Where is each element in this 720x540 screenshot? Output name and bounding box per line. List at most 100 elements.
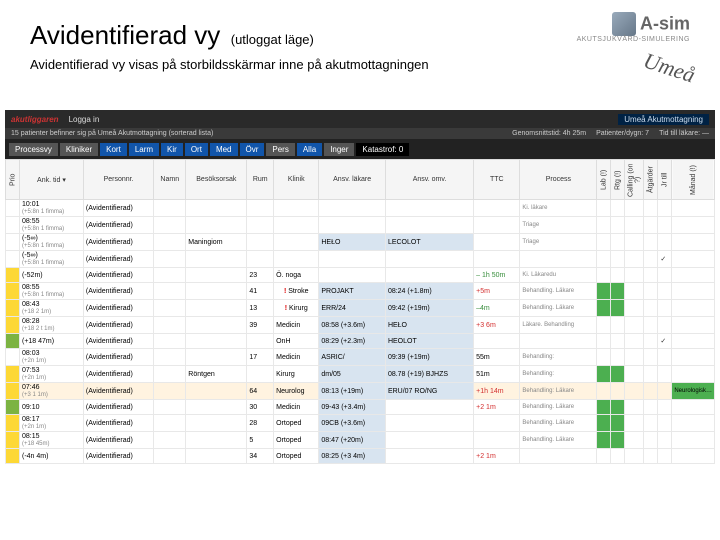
tab-kort[interactable]: Kort [100, 143, 127, 156]
col-personnr[interactable]: Personnr. [83, 160, 153, 200]
table-row[interactable]: (-5∞)(+5:8n 1 fimma)(Avidentifierad)Mani… [6, 234, 715, 251]
tab-processvy[interactable]: Processvy [9, 143, 58, 156]
cell-jrtill [658, 217, 672, 234]
tab-katastrof[interactable]: Katastrof: 0 [356, 143, 409, 156]
table-row[interactable]: (-5∞)(+5:8n 1 fimma)(Avidentifierad) [6, 251, 715, 268]
cell-ansvom: 08.78 (+19) BJHZS [385, 366, 473, 383]
cell-jrtill [658, 349, 672, 366]
cell-jrtill [658, 415, 672, 432]
cell-orsak [186, 317, 247, 334]
cell-prio [6, 383, 20, 400]
app-topbar: akutliggaren Logga in Umeå Akutmottagnin… [5, 110, 715, 128]
col-klinik[interactable]: Klinik [274, 160, 319, 200]
cell-ttc: +5m [474, 283, 520, 300]
tab-kir[interactable]: Kir [161, 143, 183, 156]
cell-klinik [274, 200, 319, 217]
login-link[interactable]: Logga in [69, 115, 100, 124]
table-row[interactable]: 07:46(+3 1 1m)(Avidentifierad)64 Neurolo… [6, 383, 715, 400]
cell-klinik: Kirurg [274, 300, 319, 317]
cell-klinik: Neurolog [274, 383, 319, 400]
slide-description: Avidentifierad vy visas på storbildsskär… [30, 57, 690, 72]
cell-rum: 13 [247, 300, 274, 317]
tab-larm[interactable]: Larm [129, 143, 159, 156]
cell-status [597, 234, 611, 251]
table-row[interactable]: 08:28(+18 2 t 1m)(Avidentifierad)39 Medi… [6, 317, 715, 334]
tab-med[interactable]: Med [210, 143, 238, 156]
col-rum[interactable]: Rum [247, 160, 274, 200]
col-namn[interactable]: Namn [154, 160, 186, 200]
cell-process: Behandling. Läkare [520, 300, 597, 317]
cell-namn [154, 400, 186, 415]
location-label: Umeå Akutmottagning [618, 114, 709, 125]
cell-status [597, 268, 611, 283]
table-row[interactable]: 08:43(+18 2 1m)(Avidentifierad)13 Kirurg… [6, 300, 715, 317]
col-prio[interactable]: Prio [6, 160, 20, 200]
tab-inger[interactable]: Inger [324, 143, 354, 156]
cell-anktid: 08:55(+5:8n 1 fimma) [20, 217, 84, 234]
info-bar: 15 patienter befinner sig på Umeå Akutmo… [5, 128, 715, 139]
cell-ansvom [385, 251, 473, 268]
cell-ttc [474, 234, 520, 251]
cell-jrtill [658, 383, 672, 400]
col-atg[interactable]: Åtgärder [644, 160, 658, 200]
cell-personnr: (Avidentifierad) [83, 449, 153, 464]
col-rtg[interactable]: Rtg (!) [611, 160, 625, 200]
cell-prio [6, 251, 20, 268]
table-row[interactable]: (-4n 4m)(Avidentifierad)34 Ortoped08:25 … [6, 449, 715, 464]
table-row[interactable]: 08:55(+5:8n 1 fimma)(Avidentifierad)41 S… [6, 283, 715, 300]
cell-jrtill [658, 234, 672, 251]
cell-klinik: OnH [274, 334, 319, 349]
table-row[interactable]: 10:01(+5:8n 1 fimma)(Avidentifierad) Ki.… [6, 200, 715, 217]
cell-orsak [186, 251, 247, 268]
cell-namn [154, 268, 186, 283]
cell-klinik: Ortoped [274, 449, 319, 464]
cell-ttc [474, 200, 520, 217]
cell-process: Triage [520, 217, 597, 234]
cell-ansvlak [319, 251, 386, 268]
cell-anktid: 08:15(+18 45m) [20, 432, 84, 449]
table-row[interactable]: 08:15(+18 45m)(Avidentifierad)5 Ortoped0… [6, 432, 715, 449]
cell-klinik [274, 217, 319, 234]
cell-orsak [186, 415, 247, 432]
table-row[interactable]: 08:55(+5:8n 1 fimma)(Avidentifierad) Tri… [6, 217, 715, 234]
col-manad[interactable]: Månad (!) [672, 160, 715, 200]
tab-kliniker[interactable]: Kliniker [60, 143, 98, 156]
cell-jrtill [658, 200, 672, 217]
cell-status [597, 432, 611, 449]
cell-status [644, 349, 658, 366]
col-jrtill[interactable]: Jr till [658, 160, 672, 200]
table-row[interactable]: (-52m)(Avidentifierad)23 Ö. noga– 1h 50m… [6, 268, 715, 283]
cell-status [597, 251, 611, 268]
table-row[interactable]: 08:17(+2n 1m)(Avidentifierad)28 Ortoped0… [6, 415, 715, 432]
cell-klinik: Ortoped [274, 432, 319, 449]
tab-alla[interactable]: Alla [297, 143, 322, 156]
col-orsak[interactable]: Besöksorsak [186, 160, 247, 200]
tab-pers[interactable]: Pers [266, 143, 294, 156]
cell-manad [672, 200, 715, 217]
cell-klinik: Stroke [274, 283, 319, 300]
cell-prio [6, 415, 20, 432]
cell-status [611, 349, 625, 366]
tab-ovr[interactable]: Övr [240, 143, 265, 156]
cell-namn [154, 200, 186, 217]
col-ansvlak[interactable]: Ansv. läkare [319, 160, 386, 200]
cell-ttc [474, 415, 520, 432]
table-row[interactable]: 09:10(Avidentifierad)30 Medicin09-43 (+3… [6, 400, 715, 415]
cell-status [611, 300, 625, 317]
col-ttc[interactable]: TTC [474, 160, 520, 200]
cell-prio [6, 366, 20, 383]
cell-process: Behandling. Läkare [520, 283, 597, 300]
cell-jrtill [658, 317, 672, 334]
table-row[interactable]: 08:03(+2n 1m)(Avidentifierad)17 MedicinA… [6, 349, 715, 366]
table-row[interactable]: 07:53(+2n 1m)(Avidentifierad)Röntgen Kir… [6, 366, 715, 383]
tab-ort[interactable]: Ort [185, 143, 208, 156]
cell-personnr: (Avidentifierad) [83, 251, 153, 268]
col-ansvom[interactable]: Ansv. omv. [385, 160, 473, 200]
col-calling[interactable]: Calling (on ?) [625, 160, 644, 200]
table-row[interactable]: (+18 47m)(Avidentifierad) OnH08:29 (+2.3… [6, 334, 715, 349]
col-process[interactable]: Process [520, 160, 597, 200]
col-lab[interactable]: Lab (!) [597, 160, 611, 200]
cell-orsak [186, 268, 247, 283]
col-anktid[interactable]: Ank. tid ▾ [20, 160, 84, 200]
cell-ansvom: 09:39 (+19m) [385, 349, 473, 366]
